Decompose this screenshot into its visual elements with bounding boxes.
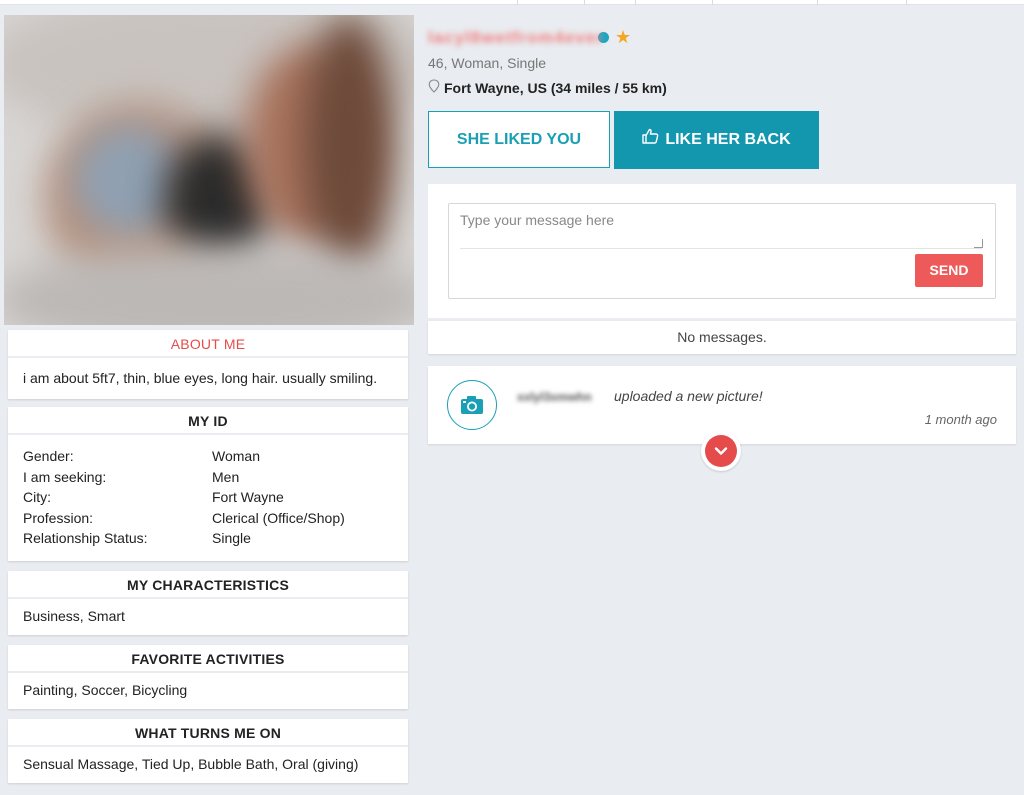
favorite-activities-title: FAVORITE ACTIVITIES [8,645,408,673]
photo-shape [304,15,394,275]
message-input[interactable] [460,212,982,249]
nav-divider [635,0,636,5]
id-row-gender: Gender: Woman [23,446,393,467]
nav-divider [817,0,818,5]
activity-time: 1 month ago [924,412,997,427]
id-key: I am seeking: [23,468,107,485]
resize-grip-icon[interactable] [974,239,983,248]
profile-name-row: lacyl8wetfrom4ever ★ [428,26,631,48]
activity-message: uploaded a new picture! [614,388,763,404]
message-panel: SEND [428,184,1016,318]
id-value: Fort Wayne [212,489,284,505]
id-key: City: [23,489,51,505]
load-more-button[interactable] [701,431,741,471]
characteristics-card: MY CHARACTERISTICS Business, Smart [8,571,408,635]
id-row-profession: Profession: Clerical (Office/Shop) [23,508,393,529]
activity-text: xxlyl3xmwhn uploaded a new picture! [517,388,763,404]
activity-username[interactable]: xxlyl3xmwhn [517,390,609,404]
send-button[interactable]: SEND [915,254,983,287]
profile-photo[interactable] [4,15,414,325]
about-me-text: i am about 5ft7, thin, blue eyes, long h… [23,370,378,386]
my-id-list: Gender: Woman I am seeking: Men City: Fort … [8,435,408,558]
location-text: Fort Wayne, US (34 miles / 55 km) [444,79,667,96]
no-messages-notice: No messages. [428,321,1016,354]
id-value: Single [212,530,251,546]
nav-divider [712,0,713,5]
message-box: SEND [448,203,996,299]
favorite-activities-text: Painting, Soccer, Bicycling [23,682,188,698]
id-row-city: City: Fort Wayne [23,487,393,508]
profile-sub-info: 46, Woman, Single [428,55,547,71]
like-her-back-label: LIKE HER BACK [665,131,791,148]
id-row-seeking: I am seeking: Men [23,467,393,488]
id-value: Men [212,468,240,485]
characteristics-text: Business, Smart [23,608,125,624]
turn-ons-card: WHAT TURNS ME ON Sensual Massage, Tied U… [8,719,408,783]
location-pin-icon [428,79,440,96]
turn-ons-text: Sensual Massage, Tied Up, Bubble Bath, O… [23,756,359,772]
nav-divider [517,0,518,5]
id-value: Clerical (Office/Shop) [212,509,345,526]
id-key: Relationship Status: [23,530,148,546]
she-liked-you-button[interactable]: SHE LIKED YOU [428,111,610,168]
profile-username: lacyl8wetfrom4ever [428,28,604,47]
id-key: Profession: [23,509,94,526]
profile-location: Fort Wayne, US (34 miles / 55 km) [428,79,667,96]
characteristics-title: MY CHARACTERISTICS [8,571,408,599]
id-value: Woman [212,448,260,464]
my-id-card: MY ID Gender: Woman I am seeking: Men City… [8,407,408,561]
chevron-down-icon [705,435,737,467]
my-id-title: MY ID [8,407,408,435]
top-nav-strip [0,0,1024,5]
id-key: Gender: [23,448,74,464]
like-her-back-button[interactable]: LIKE HER BACK [614,111,819,169]
about-me-card: ABOUT ME i am about 5ft7, thin, blue eye… [8,330,408,399]
star-icon: ★ [615,27,632,47]
camera-icon [447,380,497,430]
nav-divider [906,0,907,5]
nav-divider [584,0,585,5]
about-me-title: ABOUT ME [8,330,408,358]
favorite-activities-card: FAVORITE ACTIVITIES Painting, Soccer, Bi… [8,645,408,709]
thumbs-up-icon [642,111,659,169]
id-row-relationship: Relationship Status: Single [23,528,393,549]
turn-ons-title: WHAT TURNS ME ON [8,719,408,747]
